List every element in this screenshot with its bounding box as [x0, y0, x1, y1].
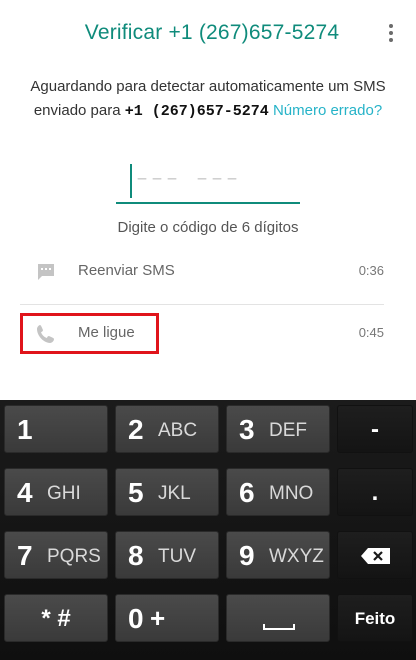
- wrong-number-link[interactable]: Número errado?: [273, 102, 382, 119]
- call-me-timer: 0:45: [358, 325, 384, 340]
- backspace-key[interactable]: [337, 531, 413, 579]
- key-minus[interactable]: -: [337, 405, 413, 453]
- key-period[interactable]: .: [337, 468, 413, 516]
- key-letters: WXYZ: [269, 546, 324, 567]
- key-digit: 2: [128, 414, 144, 445]
- key-4[interactable]: 4 GHI: [4, 468, 108, 516]
- key-digit: 1: [17, 414, 33, 445]
- key-8[interactable]: 8 TUV: [115, 531, 219, 579]
- code-hint: Digite o código de 6 dígitos: [117, 219, 299, 236]
- key-5[interactable]: 5 JKL: [115, 468, 219, 516]
- key-7[interactable]: 7 PQRS: [4, 531, 108, 579]
- space-key[interactable]: [226, 594, 330, 642]
- key-digit: 5: [128, 477, 144, 508]
- resend-sms-option[interactable]: Reenviar SMS 0:36: [20, 249, 384, 295]
- text-cursor: [130, 164, 132, 198]
- key-1[interactable]: 1: [4, 405, 108, 453]
- key-2[interactable]: 2 ABC: [115, 405, 219, 453]
- key-digit: 7: [17, 540, 33, 571]
- space-icon: [263, 624, 295, 630]
- key-letters: MNO: [269, 483, 314, 504]
- key-symbol: -: [371, 416, 379, 443]
- header: Verificar +1 (267)657-5274: [0, 0, 416, 66]
- key-letters: ABC: [158, 420, 198, 441]
- page-title: Verificar +1 (267)657-5274: [84, 21, 340, 44]
- code-input[interactable]: ––– –––: [116, 160, 300, 204]
- highlight-box: [20, 313, 159, 354]
- resend-sms-timer: 0:36: [358, 263, 384, 278]
- key-digit: 6: [239, 477, 255, 508]
- code-placeholder: ––– –––: [136, 168, 242, 191]
- divider: [20, 304, 384, 305]
- numeric-keyboard: 1 2 ABC 3 DEF - 4 GHI 5 JKL 6 MNO . 7 PQ…: [0, 400, 416, 660]
- key-symbol: * #: [41, 605, 71, 632]
- key-0[interactable]: 0 +: [115, 594, 219, 642]
- key-6[interactable]: 6 MNO: [226, 468, 330, 516]
- key-symbol: .: [371, 479, 379, 506]
- key-letters: TUV: [158, 546, 196, 567]
- key-letters: GHI: [47, 483, 81, 504]
- key-letters: PQRS: [47, 546, 101, 567]
- backspace-icon: [361, 548, 390, 564]
- resend-sms-label: Reenviar SMS: [78, 262, 175, 279]
- key-letters: DEF: [269, 420, 307, 441]
- key-9[interactable]: 9 WXYZ: [226, 531, 330, 579]
- key-3[interactable]: 3 DEF: [226, 405, 330, 453]
- key-letters: +: [150, 603, 166, 633]
- key-letters: JKL: [158, 483, 191, 504]
- message-icon: [38, 264, 54, 280]
- key-digit: 4: [17, 477, 33, 508]
- done-key[interactable]: Feito: [337, 594, 413, 642]
- key-digit: 9: [239, 540, 255, 571]
- instructions: Aguardando para detectar automaticamente…: [22, 75, 394, 124]
- key-digit: 0: [128, 603, 144, 634]
- key-digit: 8: [128, 540, 144, 571]
- key-star-hash[interactable]: * #: [4, 594, 108, 642]
- more-vert-icon[interactable]: [386, 24, 396, 44]
- done-label: Feito: [354, 609, 396, 628]
- key-digit: 3: [239, 414, 255, 445]
- phone-number: +1 (267)657-5274: [124, 103, 269, 120]
